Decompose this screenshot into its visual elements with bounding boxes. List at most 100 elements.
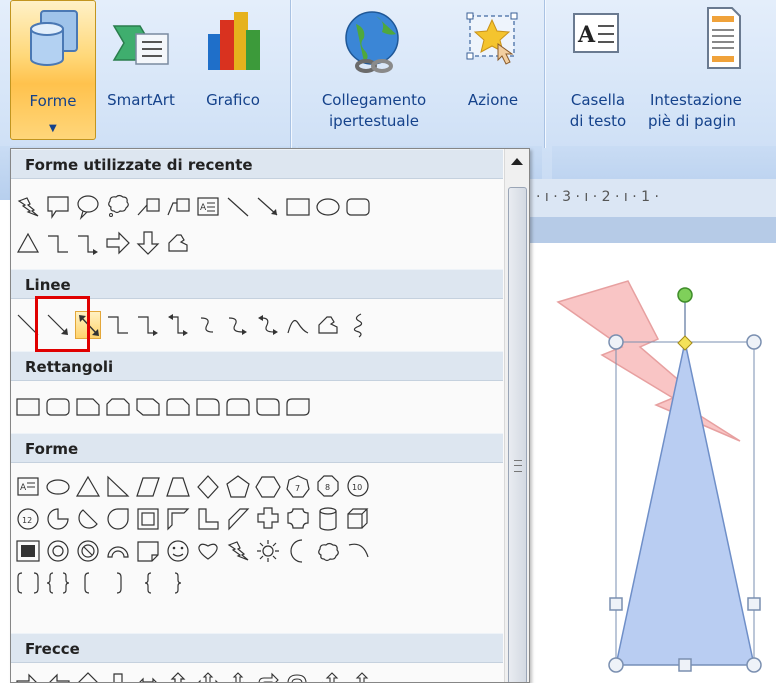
right-triangle-shape-icon[interactable] — [105, 473, 131, 501]
right-arrow-shape-icon[interactable] — [15, 671, 41, 682]
cross-shape-icon[interactable] — [255, 505, 281, 533]
gallery-scrollbar[interactable] — [504, 149, 529, 682]
can-shape-icon[interactable] — [315, 505, 341, 533]
casella-di-testo-button[interactable]: A Casella di testo — [552, 0, 644, 140]
half-frame-shape-icon[interactable] — [165, 505, 191, 533]
textbox-shape-icon[interactable]: A — [195, 193, 221, 221]
heart-shape-icon[interactable] — [195, 537, 221, 565]
pentagon-shape-icon[interactable] — [225, 473, 251, 501]
textbox-shape-icon[interactable]: A — [15, 473, 41, 501]
snip-round-rectangle-shape-icon[interactable] — [165, 393, 191, 421]
chord-shape-icon[interactable] — [75, 505, 101, 533]
right-bracket-shape-icon[interactable] — [105, 569, 131, 597]
round-corner-rectangle-shape-icon[interactable] — [285, 393, 311, 421]
isosceles-triangle-shape-icon[interactable] — [75, 473, 101, 501]
pie-shape-icon[interactable] — [45, 505, 71, 533]
diamond-shape-icon[interactable] — [195, 473, 221, 501]
hexagon-shape-icon[interactable] — [255, 473, 281, 501]
rounded-rectangle-shape-icon[interactable] — [345, 193, 371, 221]
left-brace-shape-icon[interactable] — [135, 569, 161, 597]
left-right-up-arrow-shape-icon[interactable] — [225, 671, 251, 682]
freeform-shape-icon[interactable] — [315, 311, 341, 339]
snip-corner-rectangle-shape-icon[interactable] — [75, 393, 101, 421]
curved-connector-shape-icon[interactable] — [195, 311, 221, 339]
left-bracket-shape-icon[interactable] — [75, 569, 101, 597]
quad-arrow-shape-icon[interactable] — [195, 671, 221, 682]
arc-shape-icon[interactable] — [345, 537, 371, 565]
decagon-shape-icon[interactable]: 10 — [345, 473, 371, 501]
smartart-button[interactable]: SmartArt — [96, 0, 186, 138]
teardrop-shape-icon[interactable] — [105, 505, 131, 533]
l-shape-icon[interactable] — [195, 505, 221, 533]
cloud-callout-shape-icon[interactable] — [105, 193, 131, 221]
left-arrow-shape-icon[interactable] — [45, 671, 71, 682]
elbow-connector-shape-icon[interactable] — [45, 229, 71, 257]
plaque-shape-icon[interactable] — [285, 505, 311, 533]
up-down-arrow-shape-icon[interactable] — [165, 671, 191, 682]
moon-shape-icon[interactable] — [285, 537, 311, 565]
double-brace-shape-icon[interactable] — [45, 569, 71, 597]
curve-shape-icon[interactable] — [285, 311, 311, 339]
elbow-connector-shape-icon[interactable] — [105, 311, 131, 339]
snip-same-side-rectangle-shape-icon[interactable] — [105, 393, 131, 421]
bent-arrow-shape-icon[interactable] — [255, 671, 281, 682]
curved-double-arrow-connector-shape-icon[interactable] — [255, 311, 281, 339]
donut-shape-icon[interactable] — [45, 537, 71, 565]
bevel-shape-icon[interactable] — [15, 537, 41, 565]
round-single-corner-rectangle-shape-icon[interactable] — [195, 393, 221, 421]
block-arc-shape-icon[interactable] — [105, 537, 131, 565]
cloud-shape-icon[interactable] — [315, 537, 341, 565]
down-arrow-shape-icon[interactable] — [135, 229, 161, 257]
cube-shape-icon[interactable] — [345, 505, 371, 533]
diagonal-stripe-shape-icon[interactable] — [225, 505, 251, 533]
lightning-bolt-shape-icon[interactable] — [225, 537, 251, 565]
elbow-arrow-connector-shape-icon[interactable] — [75, 229, 101, 257]
azione-button[interactable]: Azione — [454, 0, 532, 138]
octagon-shape-icon[interactable]: 8 — [315, 473, 341, 501]
grafico-button[interactable]: Grafico — [190, 0, 276, 138]
arrow-line-shape-icon[interactable] — [255, 193, 281, 221]
round-same-side-rectangle-shape-icon[interactable] — [225, 393, 251, 421]
rect-callout-shape-icon[interactable] — [45, 193, 71, 221]
double-bracket-shape-icon[interactable] — [15, 569, 41, 597]
line-callout-2-shape-icon[interactable] — [165, 193, 191, 221]
collegamento-ipertestuale-button[interactable]: Collegamento ipertestuale — [300, 0, 448, 140]
smiley-face-shape-icon[interactable] — [165, 537, 191, 565]
u-turn-arrow-shape-icon[interactable] — [285, 671, 311, 682]
slide-canvas[interactable] — [528, 243, 776, 681]
scribble-shape-icon[interactable] — [345, 311, 371, 339]
up-arrow-shape-icon[interactable] — [75, 671, 101, 682]
oval-shape-icon[interactable] — [315, 193, 341, 221]
right-brace-shape-icon[interactable] — [165, 569, 191, 597]
elbow-arrow-connector-shape-icon[interactable] — [135, 311, 161, 339]
sun-shape-icon[interactable] — [255, 537, 281, 565]
dodecagon-shape-icon[interactable]: 12 — [15, 505, 41, 533]
triangle-shape-icon[interactable] — [15, 229, 41, 257]
no-symbol-shape-icon[interactable] — [75, 537, 101, 565]
horizontal-ruler[interactable]: · ı · 3 · ı · 2 · ı · 1 · — [528, 179, 776, 218]
forme-button[interactable]: Forme ▼ — [10, 0, 96, 140]
scroll-up-button[interactable] — [505, 149, 529, 175]
parallelogram-shape-icon[interactable] — [135, 473, 161, 501]
line-callout-1-shape-icon[interactable] — [135, 193, 161, 221]
curved-arrow-connector-shape-icon[interactable] — [225, 311, 251, 339]
bent-up-arrow-shape-icon[interactable] — [345, 671, 371, 682]
shapes-gallery-dropdown[interactable]: Forme utilizzate di recente A Linee Rett… — [10, 148, 530, 683]
snip-diagonal-rectangle-shape-icon[interactable] — [135, 393, 161, 421]
trapezoid-shape-icon[interactable] — [165, 473, 191, 501]
rounded-rectangle-shape-icon[interactable] — [45, 393, 71, 421]
scroll-thumb[interactable] — [508, 187, 527, 682]
left-up-arrow-shape-icon[interactable] — [315, 671, 341, 682]
rectangle-shape-icon[interactable] — [15, 393, 41, 421]
rectangle-shape-icon[interactable] — [285, 193, 311, 221]
folded-corner-shape-icon[interactable] — [135, 537, 161, 565]
heptagon-shape-icon[interactable]: 7 — [285, 473, 311, 501]
freeform-shape-icon[interactable] — [165, 229, 191, 257]
right-arrow-shape-icon[interactable] — [105, 229, 131, 257]
elbow-double-arrow-connector-shape-icon[interactable] — [165, 311, 191, 339]
line-shape-icon[interactable] — [225, 193, 251, 221]
round-diagonal-rectangle-shape-icon[interactable] — [255, 393, 281, 421]
left-right-arrow-shape-icon[interactable] — [135, 671, 161, 682]
down-arrow-shape-icon[interactable] — [105, 671, 131, 682]
lightning-shape-icon[interactable] — [15, 193, 41, 221]
